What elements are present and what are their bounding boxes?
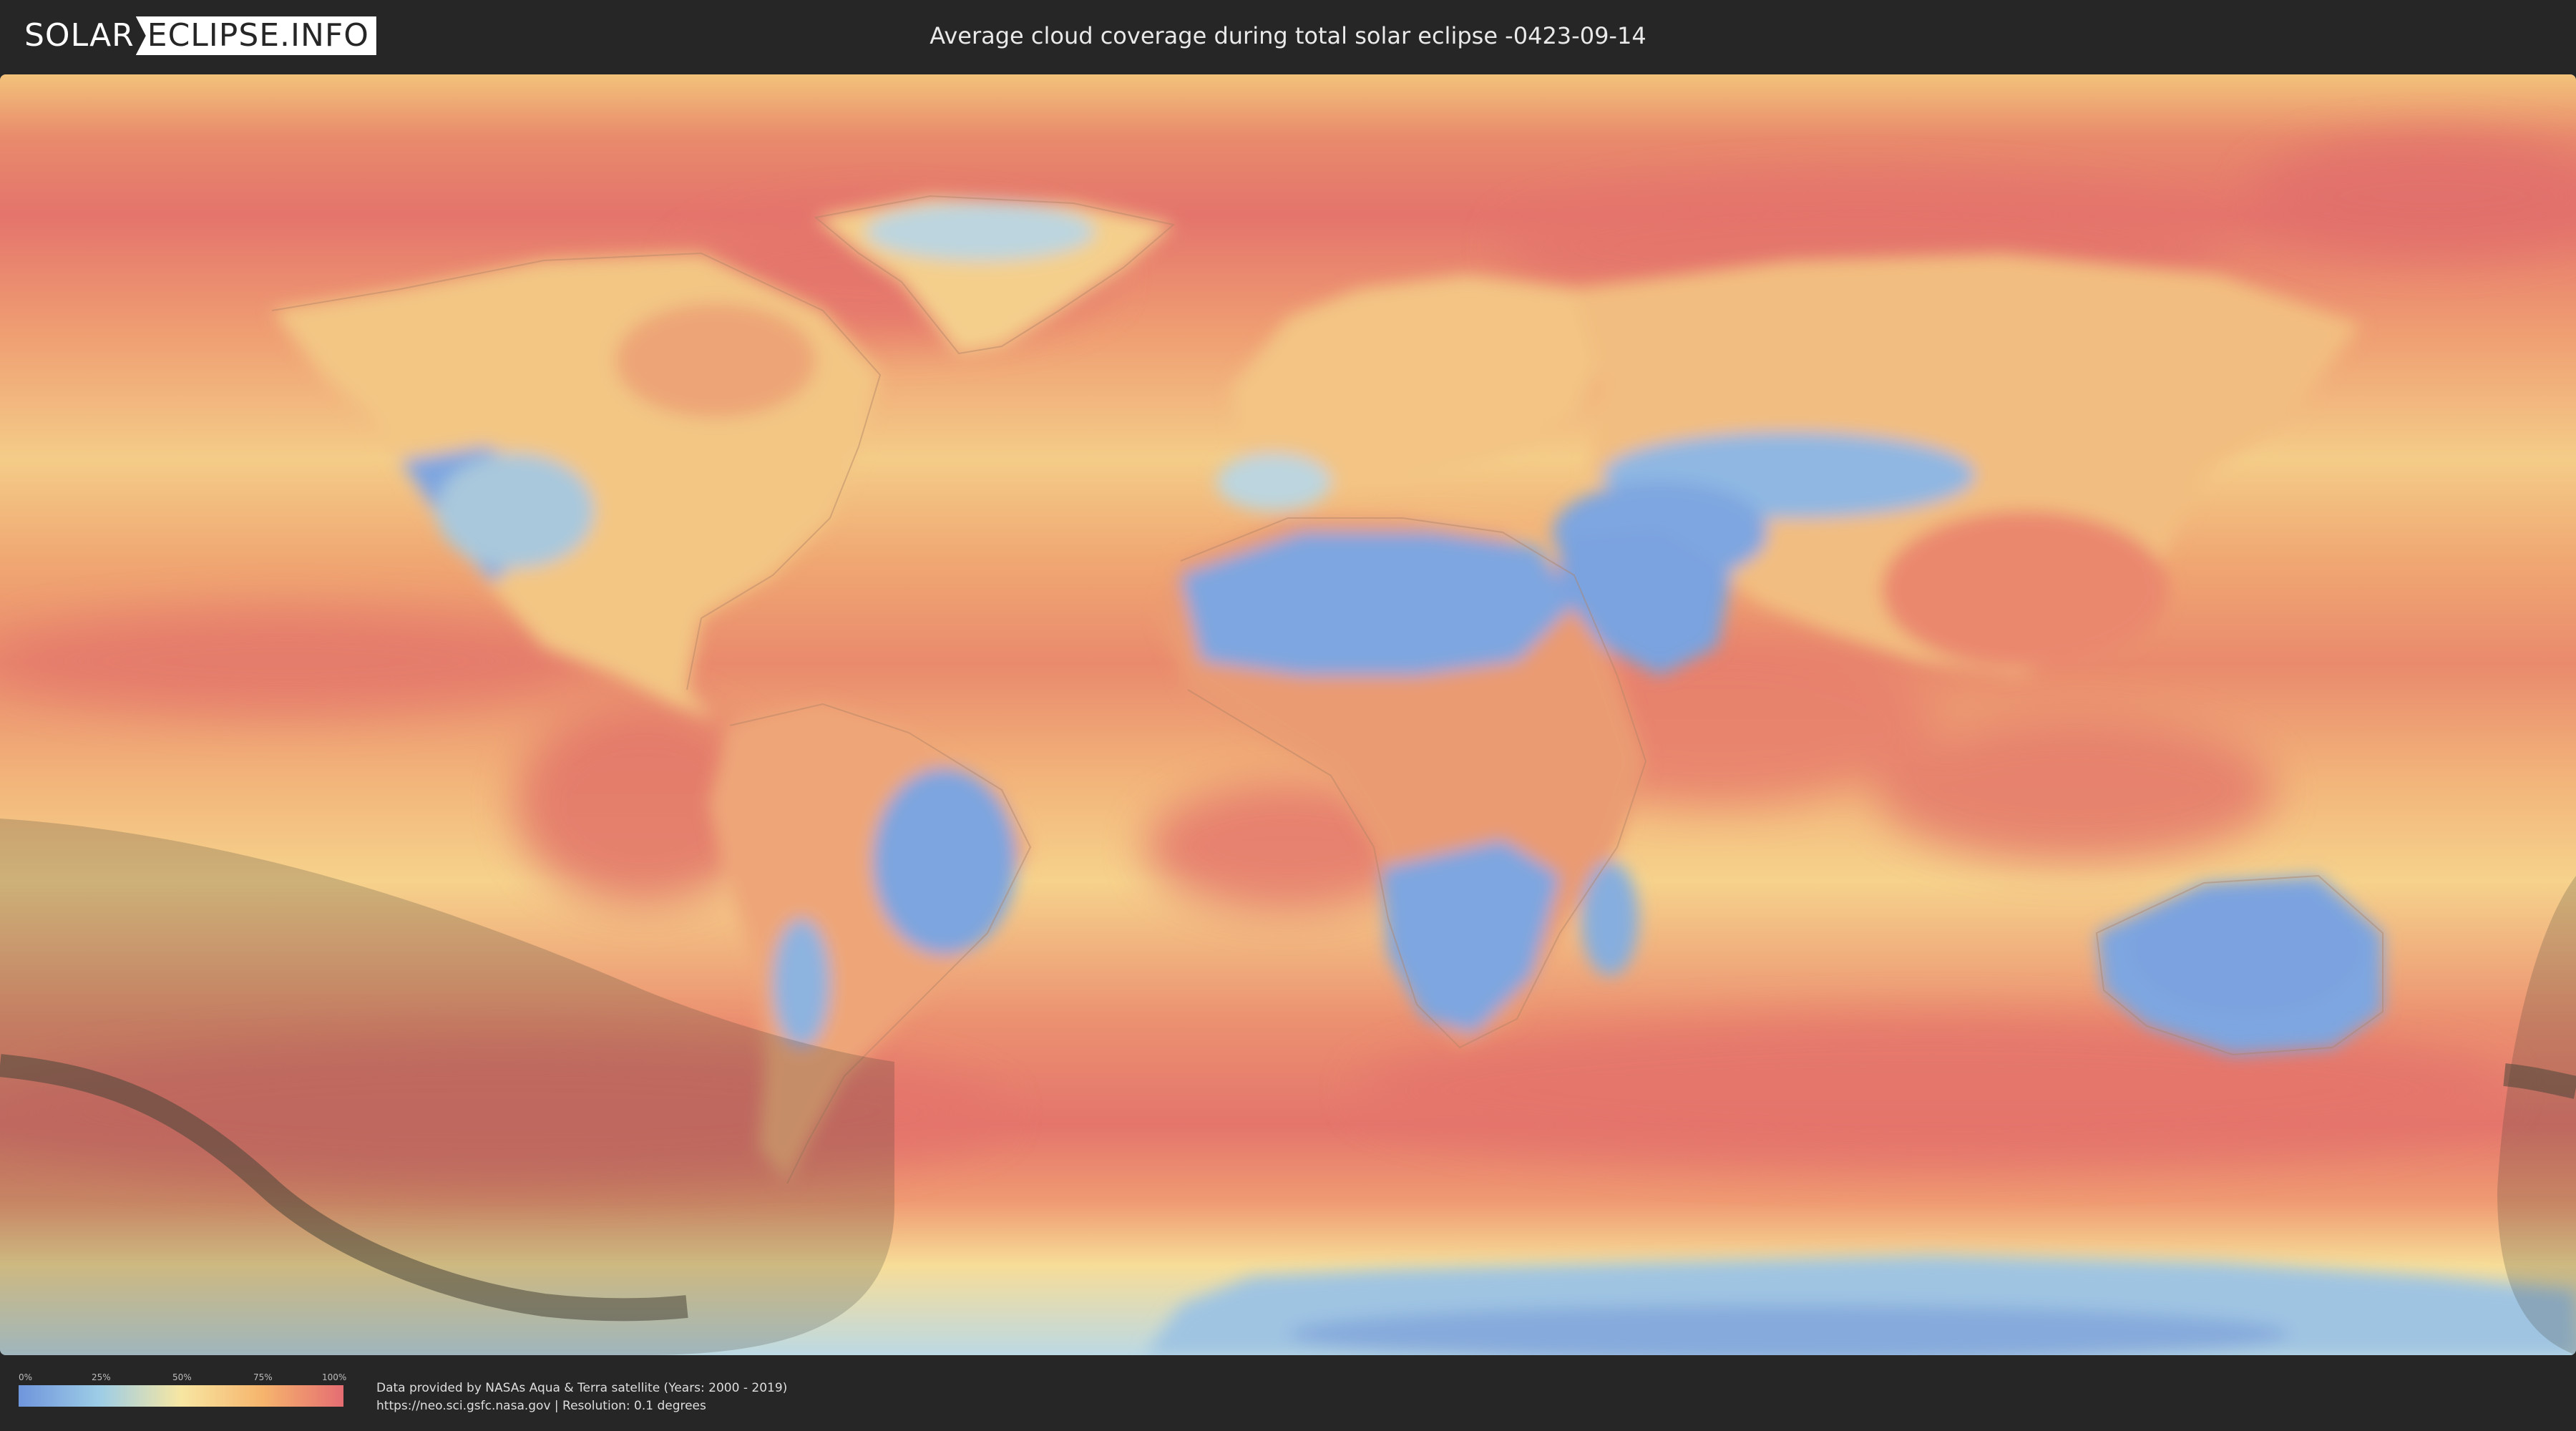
legend-tick-50: 50% (172, 1372, 192, 1382)
legend-tick-25: 25% (92, 1372, 111, 1382)
cloud-coverage-map[interactable] (0, 74, 2576, 1355)
legend-tick-75: 75% (253, 1372, 273, 1382)
page-title: Average cloud coverage during total sola… (930, 22, 1646, 49)
cloud-coverage-legend: 0% 25% 50% 75% 100% (19, 1372, 347, 1412)
world-map (0, 74, 2576, 1355)
data-credits: Data provided by NASAs Aqua & Terra sate… (376, 1379, 787, 1415)
credit-line-1: Data provided by NASAs Aqua & Terra sate… (376, 1381, 788, 1395)
legend-color-bar (19, 1385, 343, 1407)
totality-path-east (2503, 1063, 2576, 1099)
header-bar: SOLAR ECLIPSE.INFO Average cloud coverag… (0, 0, 2576, 72)
legend-tick-100: 100% (322, 1372, 347, 1382)
credit-line-2: https://neo.sci.gsfc.nasa.gov | Resoluti… (376, 1399, 706, 1413)
legend-tick-0: 0% (19, 1372, 33, 1382)
footer-bar: 0% 25% 50% 75% 100% Data provided by NAS… (0, 1357, 2576, 1431)
